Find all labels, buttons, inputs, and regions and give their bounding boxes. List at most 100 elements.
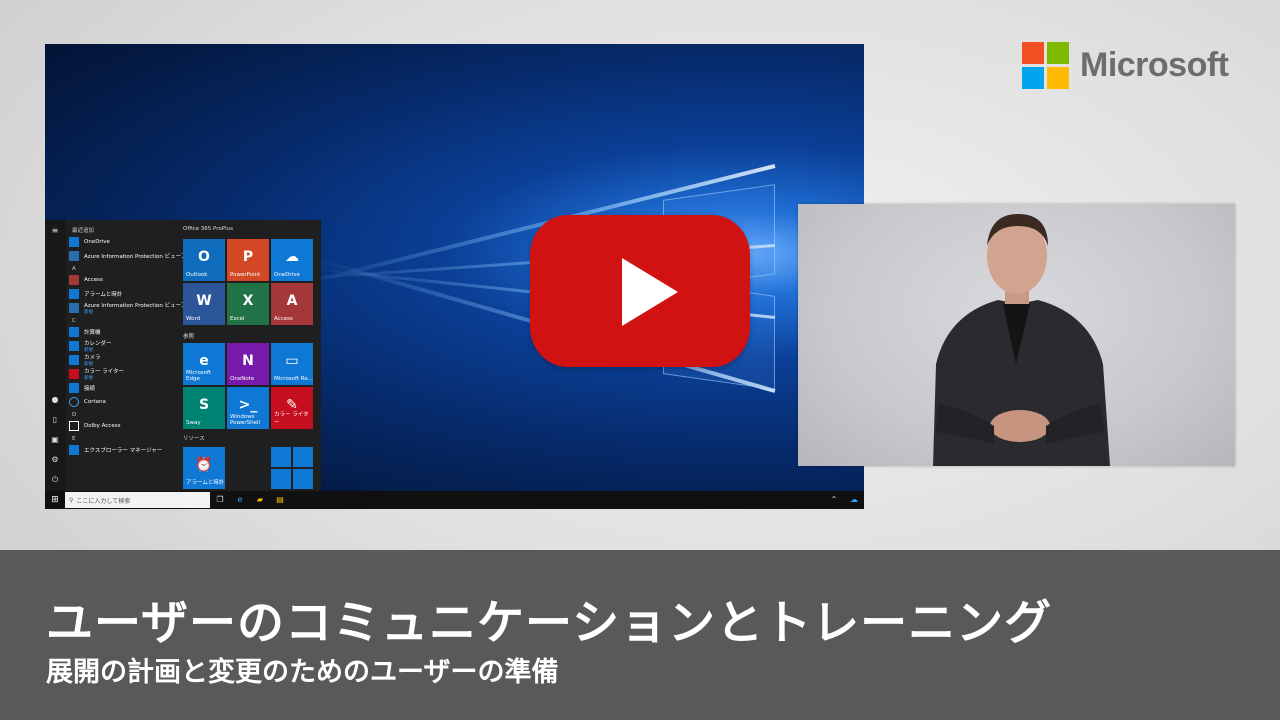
tile-label: Microsoft Re... bbox=[274, 376, 313, 382]
start-tile[interactable]: X Excel bbox=[227, 283, 269, 325]
task-view-icon[interactable]: ❐ bbox=[210, 491, 230, 509]
user-avatar-icon[interactable]: ● bbox=[50, 395, 60, 405]
connect-icon bbox=[69, 383, 79, 393]
start-tile[interactable]: ✎ カラー ライター bbox=[271, 387, 313, 429]
video-play-button[interactable] bbox=[530, 215, 750, 367]
hamburger-icon[interactable]: ≡ bbox=[50, 226, 60, 236]
start-tile[interactable]: e Microsoft Edge bbox=[183, 343, 225, 385]
app-label: 計算機 bbox=[84, 330, 101, 336]
settings-gear-icon[interactable]: ⚙ bbox=[50, 455, 60, 465]
microsoft-wordmark: Microsoft bbox=[1080, 46, 1229, 84]
app-list-item[interactable]: Azure Information Protection ビューアー 新規 bbox=[69, 302, 192, 315]
app-list-item[interactable]: カラー ライター 新規 bbox=[69, 368, 181, 381]
app-list-item[interactable]: Dolby Access bbox=[69, 420, 181, 432]
power-icon[interactable]: ⏻ bbox=[50, 475, 60, 485]
pictures-icon[interactable]: ▣ bbox=[50, 435, 60, 445]
app-section-letter[interactable]: C bbox=[69, 316, 181, 326]
app-label: Cortana bbox=[84, 399, 106, 405]
start-menu: ≡ ● ▯ ▣ ⚙ ⏻ 最近追加 OneDrive Azure Informati… bbox=[45, 220, 321, 491]
onedrive-tray-icon[interactable]: ☁ bbox=[844, 491, 864, 509]
search-placeholder: ここに入力して検索 bbox=[76, 497, 131, 505]
camera-icon bbox=[69, 355, 79, 365]
explorer-icon bbox=[69, 445, 79, 455]
video-subtitle: 展開の計画と変更のためのユーザーの準備 bbox=[46, 657, 559, 688]
dolby-icon bbox=[69, 421, 79, 431]
app-list-item[interactable]: アラームと時計 bbox=[69, 288, 181, 300]
app-section-letter[interactable]: E bbox=[69, 434, 181, 444]
tile-label: OneNote bbox=[230, 376, 255, 382]
start-tile[interactable]: N OneNote bbox=[227, 343, 269, 385]
tile-group-header: Office 365 ProPlus bbox=[183, 226, 233, 232]
tile-glyph-icon: >_ bbox=[238, 397, 258, 413]
cortana-icon bbox=[69, 397, 79, 407]
tile-group-header: リソース bbox=[183, 436, 205, 442]
app-section-letter[interactable]: A bbox=[69, 264, 181, 274]
app-label: エクスプローラー マネージャー bbox=[84, 448, 163, 454]
tile-label: Sway bbox=[186, 420, 201, 426]
start-tile[interactable]: ☁ OneDrive bbox=[271, 239, 313, 281]
start-tile[interactable]: ⏰ アラームと時計 bbox=[183, 447, 225, 489]
app-label: カレンダー bbox=[84, 341, 112, 347]
onedrive-icon bbox=[69, 237, 79, 247]
app-label: カラー ライター bbox=[84, 369, 125, 375]
tile-glyph-icon: X bbox=[242, 293, 254, 309]
app-label: アラームと時計 bbox=[84, 292, 123, 298]
small-start-tile[interactable] bbox=[271, 447, 291, 467]
presenter-figure bbox=[933, 214, 1110, 466]
windows-start-icon[interactable]: ⊞ bbox=[45, 491, 65, 509]
app-list: 最近追加 OneDrive Azure Information Protectio… bbox=[69, 226, 192, 458]
app-list-item[interactable]: エクスプローラー マネージャー bbox=[69, 444, 181, 456]
tile-glyph-icon: N bbox=[242, 353, 254, 369]
small-start-tile[interactable] bbox=[293, 469, 313, 489]
app-label: 接続 bbox=[84, 386, 96, 392]
app-list-item[interactable]: 計算機 bbox=[69, 326, 181, 338]
microsoft-logo: Microsoft bbox=[1022, 42, 1229, 89]
search-icon: ⚲ bbox=[69, 496, 74, 504]
tile-glyph-icon: ⏰ bbox=[195, 457, 213, 473]
start-tile[interactable]: W Word bbox=[183, 283, 225, 325]
tile-glyph-icon: A bbox=[286, 293, 298, 309]
taskbar: ⊞ ⚲ ここに入力して検索 ❐ e ▰ ▤ ⌃ ☁ bbox=[45, 491, 864, 509]
show-hidden-icons-icon[interactable]: ⌃ bbox=[824, 491, 844, 509]
color-writer-icon bbox=[69, 369, 79, 379]
tile-label: Microsoft Edge bbox=[186, 370, 212, 382]
document-icon[interactable]: ▯ bbox=[50, 415, 60, 425]
tile-label: Excel bbox=[230, 316, 245, 322]
file-explorer-icon[interactable]: ▰ bbox=[250, 491, 270, 509]
app-list-item[interactable]: Cortana bbox=[69, 396, 181, 408]
app-list-item[interactable]: Azure Information Protection ビューアー bbox=[69, 250, 192, 262]
start-tile[interactable]: S Sway bbox=[183, 387, 225, 429]
app-list-item[interactable]: 接続 bbox=[69, 382, 181, 394]
tile-label: Outlook bbox=[186, 272, 208, 278]
calculator-icon bbox=[69, 327, 79, 337]
presenter-video bbox=[798, 204, 1235, 466]
app-section-letter[interactable]: D bbox=[69, 410, 181, 420]
app-label: Azure Information Protection ビューアー bbox=[84, 303, 192, 309]
video-title: ユーザーのコミュニケーションとトレーニング bbox=[46, 596, 1053, 651]
small-start-tile[interactable] bbox=[271, 469, 291, 489]
edge-icon[interactable]: e bbox=[230, 491, 250, 509]
start-tile[interactable]: P PowerPoint bbox=[227, 239, 269, 281]
start-rail: ≡ ● ▯ ▣ ⚙ ⏻ bbox=[45, 220, 66, 491]
taskbar-search-box[interactable]: ⚲ ここに入力して検索 bbox=[65, 492, 210, 508]
tile-glyph-icon: S bbox=[198, 397, 210, 413]
start-tile[interactable]: >_ Windows PowerShell bbox=[227, 387, 269, 429]
aip-icon bbox=[69, 251, 79, 261]
small-start-tile[interactable] bbox=[293, 447, 313, 467]
start-tile[interactable]: A Access bbox=[271, 283, 313, 325]
store-icon[interactable]: ▤ bbox=[270, 491, 290, 509]
start-tile[interactable]: O Outlook bbox=[183, 239, 225, 281]
app-list-item[interactable]: Access bbox=[69, 274, 181, 286]
app-list-item[interactable]: OneDrive bbox=[69, 236, 181, 248]
play-icon bbox=[622, 258, 678, 326]
tile-label: OneDrive bbox=[274, 272, 300, 278]
aip-icon bbox=[69, 303, 79, 313]
app-list-item[interactable]: カメラ 新規 bbox=[69, 354, 181, 367]
app-label: カメラ bbox=[84, 355, 101, 361]
start-tile[interactable]: ▭ Microsoft Re... bbox=[271, 343, 313, 385]
app-label: Access bbox=[84, 277, 103, 283]
tile-label: Access bbox=[274, 316, 293, 322]
app-label: Dolby Access bbox=[84, 423, 121, 429]
title-banner: ユーザーのコミュニケーションとトレーニング 展開の計画と変更のためのユーザーの準… bbox=[0, 550, 1280, 720]
app-list-item[interactable]: カレンダー 新規 bbox=[69, 340, 181, 353]
